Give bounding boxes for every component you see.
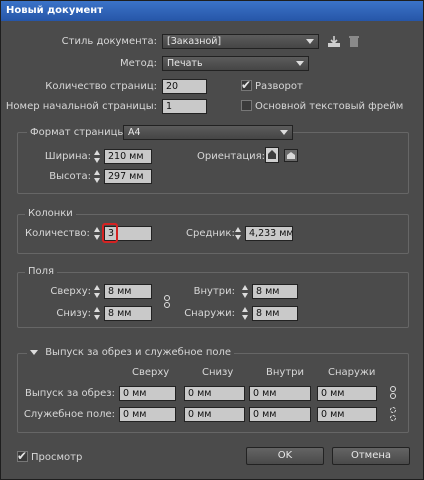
height-field[interactable]: 297 мм: [104, 169, 152, 184]
columns-group-label: Колонки: [25, 208, 76, 219]
slug-broken-chain-icon[interactable]: [389, 407, 397, 421]
delete-preset-icon[interactable]: [348, 35, 360, 48]
height-label: Высота:: [49, 171, 91, 182]
chain-link-icon[interactable]: [163, 295, 171, 309]
preset-select[interactable]: [Заказной]: [162, 34, 319, 49]
page-size-label: Формат страницы:: [27, 127, 132, 138]
slug-row-label: Служебное поле:: [23, 409, 115, 420]
margin-bottom-field[interactable]: 8 мм: [104, 306, 152, 321]
cancel-button[interactable]: Отмена: [332, 447, 410, 465]
page-size-group: [17, 132, 409, 194]
bleed-chain-link-icon[interactable]: [389, 386, 397, 400]
margin-top-field[interactable]: 8 мм: [104, 284, 152, 299]
gutter-field[interactable]: 4,233 мм: [245, 226, 293, 241]
chevron-down-icon: [306, 39, 314, 44]
primary-text-frame-label: Основной текстовый фрейм: [255, 101, 404, 112]
preview-label: Просмотр: [31, 452, 83, 463]
margin-outside-label: Снаружи:: [184, 308, 235, 319]
margin-bottom-label: Снизу:: [56, 308, 91, 319]
margin-outside-field[interactable]: 8 мм: [252, 306, 298, 321]
highlight-marker: [102, 223, 118, 243]
width-label: Ширина:: [44, 151, 91, 162]
checkmark-icon: ✔: [241, 78, 252, 92]
triangle-down-icon: [30, 350, 38, 355]
margin-inside-field[interactable]: 8 мм: [252, 284, 298, 299]
primary-text-frame-checkbox[interactable]: [241, 100, 252, 111]
page-count-field[interactable]: 20: [162, 79, 207, 94]
intent-select[interactable]: Печать: [162, 56, 309, 71]
columns-count-label: Количество:: [25, 228, 90, 239]
width-field[interactable]: 210 мм: [104, 149, 152, 164]
page-size-value: A4: [128, 127, 141, 138]
width-stepper-icon[interactable]: [93, 149, 102, 164]
height-stepper-icon[interactable]: [93, 169, 102, 184]
ok-button[interactable]: OK: [246, 447, 324, 465]
margin-bottom-stepper-icon[interactable]: [93, 306, 102, 321]
bleed-col-outside-header: Снаружи: [328, 367, 376, 378]
bleed-col-bottom-header: Снизу: [202, 367, 234, 378]
bleed-inside-field[interactable]: 0 мм: [249, 386, 311, 401]
bleed-bottom-field[interactable]: 0 мм: [184, 386, 245, 401]
start-page-label: Номер начальной страницы:: [5, 101, 157, 112]
start-page-field[interactable]: 1: [162, 99, 207, 114]
bleed-slug-label: Выпуск за обрез и служебное поле: [45, 347, 232, 358]
margins-group: [17, 272, 409, 328]
bleed-row-label: Выпуск за обрез:: [24, 388, 115, 399]
margin-inside-stepper-icon[interactable]: [241, 284, 250, 299]
intent-value: Печать: [167, 58, 203, 69]
bleed-col-top-header: Сверху: [132, 367, 170, 378]
margin-inside-label: Внутри:: [193, 286, 235, 297]
chevron-down-icon: [296, 61, 304, 66]
margins-group-label: Поля: [25, 266, 58, 277]
gutter-stepper-icon[interactable]: [234, 226, 243, 241]
slug-outside-field[interactable]: 0 мм: [317, 407, 377, 422]
orientation-label: Ориентация:: [197, 151, 266, 162]
page-count-label: Количество страниц:: [45, 81, 157, 92]
preset-label: Стиль документа:: [61, 36, 157, 47]
save-preset-icon[interactable]: [327, 35, 341, 48]
intent-label: Метод:: [119, 58, 157, 69]
slug-top-field[interactable]: 0 мм: [119, 407, 176, 422]
checkmark-icon: ✔: [17, 449, 28, 463]
bleed-outside-field[interactable]: 0 мм: [317, 386, 377, 401]
gutter-label: Средник:: [186, 228, 235, 239]
dialog-title: Новый документ: [1, 1, 423, 21]
chevron-down-icon: [280, 130, 288, 135]
landscape-orientation-icon[interactable]: [284, 149, 298, 162]
bleed-col-inside-header: Внутри: [266, 367, 304, 378]
margin-top-label: Сверху:: [50, 286, 91, 297]
facing-pages-label: Разворот: [255, 81, 303, 92]
margin-top-stepper-icon[interactable]: [93, 284, 102, 299]
preset-value: [Заказной]: [167, 36, 222, 47]
portrait-orientation-icon[interactable]: [265, 147, 279, 163]
bleed-top-field[interactable]: 0 мм: [119, 386, 176, 401]
slug-bottom-field[interactable]: 0 мм: [184, 407, 245, 422]
slug-inside-field[interactable]: 0 мм: [249, 407, 311, 422]
page-size-select[interactable]: A4: [123, 125, 293, 140]
bleed-slug-header[interactable]: Выпуск за обрез и служебное поле: [27, 347, 235, 358]
columns-stepper-icon[interactable]: [93, 226, 102, 241]
new-document-dialog: Новый документ Стиль документа: [Заказно…: [0, 0, 424, 480]
margin-outside-stepper-icon[interactable]: [241, 306, 250, 321]
